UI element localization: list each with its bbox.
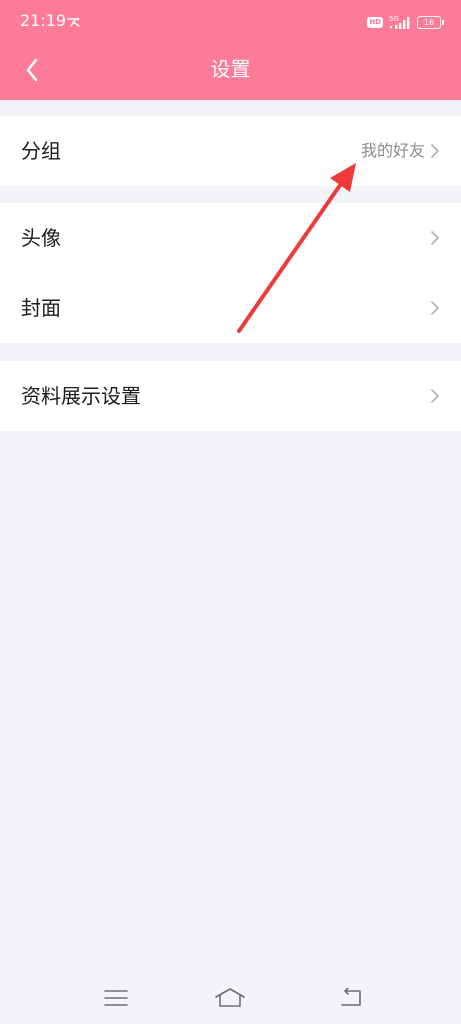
settings-group-2: 头像 封面 [0, 203, 461, 343]
settings-group-3: 资料展示设置 [0, 361, 461, 431]
battery-icon: 16 [417, 15, 444, 29]
cover-row[interactable]: 封面 [0, 273, 461, 343]
page-title: 设置 [210, 57, 251, 81]
signal-icon: 5G [389, 15, 411, 29]
title-bar: 设置 [0, 42, 461, 100]
battery-level: 16 [423, 17, 435, 27]
settings-screen: 21:19 HD 5G 16 设置 分组 我的好友 头像 封面 资料展示设置 [0, 0, 461, 1024]
profile-display-row[interactable]: 资料展示设置 [0, 361, 461, 431]
home-button[interactable] [208, 982, 252, 1014]
settings-group-1: 分组 我的好友 [0, 116, 461, 186]
hd-badge: HD [367, 16, 383, 28]
system-nav-bar [0, 972, 461, 1024]
avatar-row[interactable]: 头像 [0, 203, 461, 273]
notification-icon [66, 13, 82, 32]
status-time: 21:19 [20, 11, 67, 30]
home-icon [215, 988, 245, 1007]
status-bar: 21:19 HD 5G 16 [0, 0, 461, 42]
status-indicators: HD 5G 16 [367, 12, 444, 32]
menu-button[interactable] [94, 982, 138, 1014]
chevron-right-icon [431, 231, 439, 245]
chevron-right-icon [431, 301, 439, 315]
group-row[interactable]: 分组 我的好友 [0, 116, 461, 186]
system-back-button[interactable] [330, 982, 374, 1014]
back-icon [341, 988, 361, 1006]
cover-row-label: 封面 [21, 296, 61, 320]
chevron-right-icon [431, 389, 439, 403]
group-row-value: 我的好友 [360, 141, 425, 160]
profile-display-row-label: 资料展示设置 [21, 384, 141, 408]
menu-icon [104, 990, 128, 1006]
header: 21:19 HD 5G 16 设置 [0, 0, 461, 100]
chevron-right-icon [431, 144, 439, 158]
group-row-label: 分组 [21, 139, 61, 163]
avatar-row-label: 头像 [21, 226, 61, 250]
